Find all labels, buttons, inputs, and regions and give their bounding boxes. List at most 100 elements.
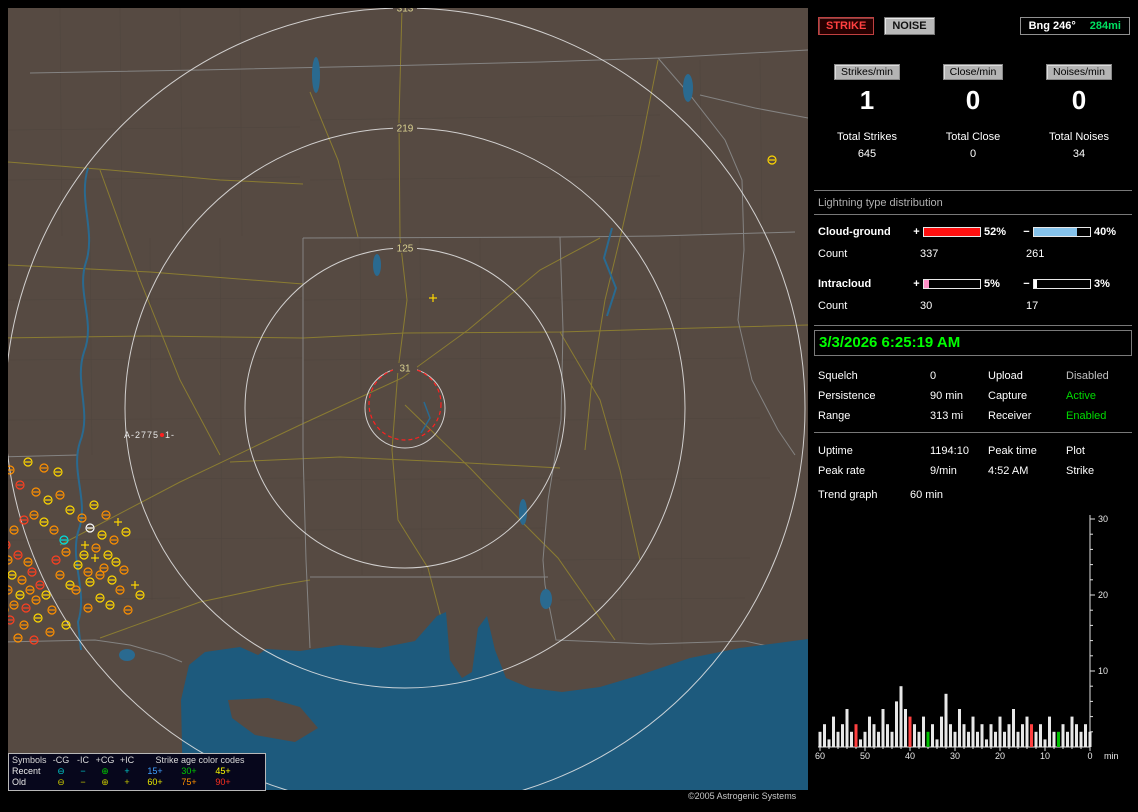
plot-value: Strike bbox=[1066, 465, 1095, 477]
status-panel: STRIKE NOISE Bng 246° 284mi Strikes/min … bbox=[814, 8, 1132, 763]
svg-text:31: 31 bbox=[399, 364, 411, 375]
intracloud-label: Intracloud bbox=[818, 277, 872, 290]
capture-label: Capture bbox=[988, 390, 1028, 402]
total-close-label: Total Close bbox=[945, 131, 1001, 143]
svg-text:40: 40 bbox=[905, 751, 915, 761]
count-label: Count bbox=[818, 300, 848, 312]
totals: Total Strikes 645 Total Close 0 Total No… bbox=[814, 131, 1132, 160]
ic-plus-pct: 5% bbox=[984, 277, 1000, 290]
datetime-display: 3/3/2026 6:25:19 AM bbox=[814, 330, 1132, 356]
copyright-text: ©2005 Astrogenic Systems bbox=[688, 791, 797, 801]
distribution-title: Lightning type distribution bbox=[814, 193, 1132, 215]
range-label: Range bbox=[818, 410, 851, 422]
noises-per-min-header[interactable]: Noises/min bbox=[1046, 64, 1112, 80]
plus-sign: + bbox=[913, 225, 920, 238]
svg-text:125: 125 bbox=[397, 244, 414, 255]
peak-time-label: Peak time bbox=[988, 445, 1037, 457]
map-legend: Symbols -CG -IC +CG +IC Strike age color code… bbox=[8, 753, 266, 791]
lightning-map[interactable]: 313 219 125 31 bbox=[8, 8, 808, 790]
total-strikes-value: 645 bbox=[857, 148, 877, 160]
ic-plus-count: 30 bbox=[920, 300, 933, 312]
bearing-label: Bng 246° bbox=[1028, 20, 1076, 32]
settings-grid: Squelch 0 Upload Disabled Persistence 90… bbox=[814, 370, 1132, 422]
svg-text:313: 313 bbox=[397, 8, 414, 15]
peak-rate-value: 9/min bbox=[930, 465, 957, 477]
strikes-per-min-value: 1 bbox=[859, 85, 875, 115]
minus-sign: − bbox=[1023, 277, 1030, 290]
svg-text:min: min bbox=[1104, 751, 1119, 761]
total-strikes-label: Total Strikes bbox=[837, 131, 897, 143]
trend-graph-chart: 10 20 30 60 50 40 30 20 10 0 min bbox=[815, 514, 1119, 761]
ic-plus-bar bbox=[923, 278, 981, 289]
peak-rate-label: Peak rate bbox=[818, 465, 866, 477]
close-per-min-value: 0 bbox=[965, 85, 981, 115]
range-value: 313 mi bbox=[930, 410, 964, 422]
cg-minus-bar bbox=[1033, 226, 1091, 237]
upload-label: Upload bbox=[988, 370, 1023, 382]
divider bbox=[814, 432, 1132, 433]
count-label: Count bbox=[818, 248, 848, 260]
plot-label: Plot bbox=[1066, 445, 1085, 457]
cloud-ground-label: Cloud-ground bbox=[818, 225, 891, 238]
plus-sign: + bbox=[913, 277, 920, 290]
ic-minus-bar bbox=[1033, 278, 1091, 289]
stats-grid: Uptime 1194:10 Peak time Plot Peak rate … bbox=[814, 445, 1132, 477]
trend-duration: 60 min bbox=[910, 489, 944, 501]
svg-text:50: 50 bbox=[860, 751, 870, 761]
persistence-value: 90 min bbox=[930, 390, 964, 402]
persistence-label: Persistence bbox=[818, 390, 876, 402]
strike-toggle-button[interactable]: STRIKE bbox=[818, 17, 875, 35]
svg-text:60: 60 bbox=[815, 751, 825, 761]
cloud-ground-counts: Count 337 261 bbox=[814, 248, 1132, 261]
trend-graph-label: Trend graph bbox=[818, 489, 878, 501]
receiver-label: Receiver bbox=[988, 410, 1032, 422]
intracloud-counts: Count 30 17 bbox=[814, 300, 1132, 313]
squelch-label: Squelch bbox=[818, 370, 858, 382]
upload-status: Disabled bbox=[1066, 370, 1109, 382]
cloud-ground-row: Cloud-ground + 52% − 40% bbox=[814, 225, 1132, 238]
bearing-range: 284mi bbox=[1089, 20, 1121, 32]
ic-minus-count: 17 bbox=[1026, 300, 1039, 312]
svg-text:30: 30 bbox=[950, 751, 960, 761]
total-noises-value: 34 bbox=[1072, 148, 1086, 160]
svg-text:10: 10 bbox=[1098, 666, 1108, 676]
rate-values: 1 0 0 bbox=[814, 85, 1132, 116]
divider bbox=[814, 325, 1132, 326]
squelch-value: 0 bbox=[930, 370, 937, 382]
map-canvas: 313 219 125 31 bbox=[8, 8, 808, 790]
ic-minus-pct: 3% bbox=[1094, 277, 1110, 290]
total-close-value: 0 bbox=[969, 148, 977, 160]
total-noises-label: Total Noises bbox=[1049, 131, 1109, 143]
track-dot-icon bbox=[160, 433, 165, 437]
close-per-min-header[interactable]: Close/min bbox=[942, 64, 1004, 80]
receiver-status: Enabled bbox=[1066, 410, 1107, 422]
station-track-suffix: 1- bbox=[165, 430, 176, 440]
strikes-per-min-header[interactable]: Strikes/min bbox=[834, 64, 900, 80]
svg-text:10: 10 bbox=[1040, 751, 1050, 761]
intracloud-row: Intracloud + 5% − 3% bbox=[814, 277, 1132, 290]
svg-text:0: 0 bbox=[1087, 751, 1092, 761]
cg-plus-bar bbox=[923, 226, 981, 237]
peak-time-value: 4:52 AM bbox=[988, 465, 1029, 477]
cg-minus-count: 261 bbox=[1026, 248, 1045, 260]
cg-plus-pct: 52% bbox=[984, 225, 1007, 238]
rate-headers: Strikes/min Close/min Noises/min bbox=[814, 64, 1132, 80]
minus-sign: − bbox=[1023, 225, 1030, 238]
cg-plus-count: 337 bbox=[920, 248, 939, 260]
cg-minus-pct: 40% bbox=[1094, 225, 1117, 238]
noise-toggle-button[interactable]: NOISE bbox=[884, 17, 935, 35]
panel-toolbar: STRIKE NOISE Bng 246° 284mi bbox=[818, 16, 1130, 36]
capture-status: Active bbox=[1066, 390, 1096, 402]
bearing-box: Bng 246° 284mi bbox=[1019, 17, 1130, 35]
uptime-label: Uptime bbox=[818, 445, 853, 457]
svg-text:20: 20 bbox=[995, 751, 1005, 761]
station-track-id: A-2775 bbox=[124, 430, 160, 440]
noises-per-min-value: 0 bbox=[1071, 85, 1087, 115]
svg-text:30: 30 bbox=[1098, 514, 1108, 524]
uptime-value: 1194:10 bbox=[930, 445, 969, 457]
station-track-label: A-2775 1- bbox=[124, 430, 175, 440]
divider bbox=[814, 190, 1132, 191]
svg-text:219: 219 bbox=[397, 124, 414, 135]
trend-header: Trend graph 60 min bbox=[814, 489, 1132, 503]
svg-text:20: 20 bbox=[1098, 590, 1108, 600]
